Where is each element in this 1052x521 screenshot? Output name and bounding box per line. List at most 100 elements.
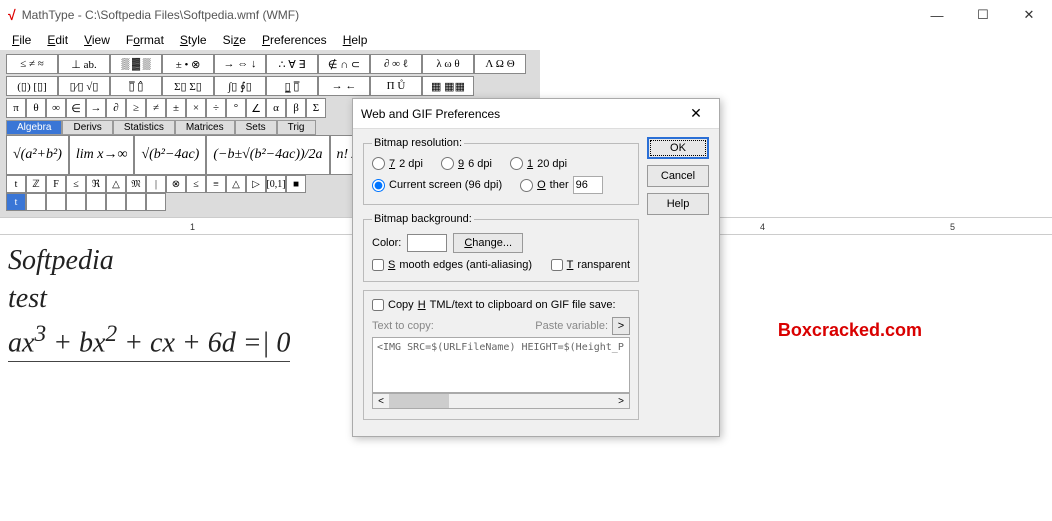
tab-statistics[interactable]: Statistics <box>113 120 175 135</box>
color-cell[interactable] <box>46 193 66 211</box>
template-cell[interactable]: Σ▯ Σ▯ <box>162 76 214 96</box>
tab-algebra[interactable]: Algebra <box>6 120 62 135</box>
template-cell[interactable]: (▯) [▯] <box>6 76 58 96</box>
quick-cell[interactable]: t <box>6 175 26 193</box>
radio-other[interactable]: Other <box>520 176 603 194</box>
symbol-cell[interactable]: → ⇔ ↓ <box>214 54 266 74</box>
quick-cell[interactable]: △ <box>106 175 126 193</box>
symbol-cell[interactable]: ⊥ ab. <box>58 54 110 74</box>
symbol-cell[interactable]: ∂ ∞ ℓ <box>370 54 422 74</box>
quick-cell[interactable]: 𝔐 <box>126 175 146 193</box>
menu-edit[interactable]: Edit <box>39 31 76 49</box>
greek-cell[interactable]: ± <box>166 98 186 118</box>
change-color-button[interactable]: Change... <box>453 233 523 253</box>
quick-cell[interactable]: ℤ <box>26 175 46 193</box>
other-dpi-input[interactable] <box>573 176 603 194</box>
copy-html-checkbox[interactable]: Copy HTML/text to clipboard on GIF file … <box>372 299 630 311</box>
template-cell[interactable]: ▦ ▦▦ <box>422 76 474 96</box>
greek-cell[interactable]: ∂ <box>106 98 126 118</box>
radio-96dpi[interactable]: 96 dpi <box>441 157 492 170</box>
color-cell[interactable]: t <box>6 193 26 211</box>
quick-cell[interactable]: ≡ <box>206 175 226 193</box>
cancel-button[interactable]: Cancel <box>647 165 709 187</box>
greek-cell[interactable]: × <box>186 98 206 118</box>
greek-cell[interactable]: θ <box>26 98 46 118</box>
tab-matrices[interactable]: Matrices <box>175 120 235 135</box>
menu-size[interactable]: Size <box>215 31 254 49</box>
close-button[interactable]: ✕ <box>1006 0 1052 30</box>
symbol-cell[interactable]: ≤ ≠ ≈ <box>6 54 58 74</box>
radio-72dpi[interactable]: 72 dpi <box>372 157 423 170</box>
ok-button[interactable]: OK <box>647 137 709 159</box>
template-cell[interactable]: ▯⁄▯ √▯ <box>58 76 110 96</box>
color-cell[interactable] <box>106 193 126 211</box>
quick-cell[interactable]: ≤ <box>66 175 86 193</box>
symbol-cell[interactable]: λ ω θ <box>422 54 474 74</box>
greek-cell[interactable]: α <box>266 98 286 118</box>
greek-cell[interactable]: ° <box>226 98 246 118</box>
menu-preferences[interactable]: Preferences <box>254 31 335 49</box>
radio-120dpi[interactable]: 120 dpi <box>510 157 567 170</box>
quick-cell[interactable]: ≤ <box>186 175 206 193</box>
template-cell[interactable]: → ← <box>318 76 370 96</box>
formula-cell[interactable]: lim x→∞ <box>69 135 135 175</box>
greek-cell[interactable]: ∈ <box>66 98 86 118</box>
quick-cell[interactable]: ℜ <box>86 175 106 193</box>
greek-cell[interactable]: β <box>286 98 306 118</box>
textbox-hscrollbar[interactable]: < > <box>372 393 630 409</box>
quick-cell[interactable]: △ <box>226 175 246 193</box>
color-cell[interactable] <box>86 193 106 211</box>
scroll-right-icon[interactable]: > <box>613 396 629 407</box>
quick-cell[interactable]: F <box>46 175 66 193</box>
color-cell[interactable] <box>26 193 46 211</box>
scroll-left-icon[interactable]: < <box>373 396 389 407</box>
quick-cell[interactable]: ⊗ <box>166 175 186 193</box>
html-text-box[interactable]: <IMG SRC=$(URLFileName) HEIGHT=$(Height_… <box>372 337 630 393</box>
template-cell[interactable]: ∫▯ ∮▯ <box>214 76 266 96</box>
formula-cell[interactable]: √(a²+b²) <box>6 135 69 175</box>
template-cell[interactable]: ▯̲ ▯̅ <box>266 76 318 96</box>
greek-cell[interactable]: ÷ <box>206 98 226 118</box>
dialog-close-button[interactable]: ✕ <box>681 105 711 122</box>
minimize-button[interactable]: — <box>914 0 960 30</box>
greek-cell[interactable]: ≥ <box>126 98 146 118</box>
greek-cell[interactable]: ∠ <box>246 98 266 118</box>
color-cell[interactable] <box>126 193 146 211</box>
menu-format[interactable]: Format <box>118 31 172 49</box>
template-cell[interactable]: ▯̅ ▯̂ <box>110 76 162 96</box>
radio-current-screen[interactable]: Current screen (96 dpi) <box>372 176 502 194</box>
quick-cell[interactable]: [0,1] <box>266 175 286 193</box>
smooth-edges-checkbox[interactable]: Smooth edges (anti-aliasing) <box>372 259 532 271</box>
template-cell[interactable]: Π Ů <box>370 76 422 96</box>
formula-cell[interactable]: (−b±√(b²−4ac))/2a <box>206 135 329 175</box>
symbol-cell[interactable]: ∴ ∀ ∃ <box>266 54 318 74</box>
symbol-cell[interactable]: ± • ⊗ <box>162 54 214 74</box>
menubar: File Edit View Format Style Size Prefere… <box>0 30 1052 50</box>
symbol-cell[interactable]: ▒ ▓ ▒ <box>110 54 162 74</box>
color-cell[interactable] <box>66 193 86 211</box>
formula-cell[interactable]: √(b²−4ac) <box>134 135 206 175</box>
scroll-thumb[interactable] <box>389 394 449 408</box>
menu-view[interactable]: View <box>76 31 118 49</box>
maximize-button[interactable]: ☐ <box>960 0 1006 30</box>
tab-derivs[interactable]: Derivs <box>62 120 112 135</box>
transparent-checkbox[interactable]: Transparent <box>551 259 630 271</box>
menu-style[interactable]: Style <box>172 31 215 49</box>
symbol-cell[interactable]: ∉ ∩ ⊂ <box>318 54 370 74</box>
greek-cell[interactable]: Σ <box>306 98 326 118</box>
menu-file[interactable]: File <box>4 31 39 49</box>
menu-help[interactable]: Help <box>335 31 376 49</box>
greek-cell[interactable]: → <box>86 98 106 118</box>
help-button[interactable]: Help <box>647 193 709 215</box>
paste-variable-button[interactable]: > <box>612 317 630 335</box>
color-cell[interactable] <box>146 193 166 211</box>
greek-cell[interactable]: ≠ <box>146 98 166 118</box>
quick-cell[interactable]: ▷ <box>246 175 266 193</box>
greek-cell[interactable]: ∞ <box>46 98 66 118</box>
quick-cell[interactable]: | <box>146 175 166 193</box>
greek-cell[interactable]: π <box>6 98 26 118</box>
symbol-cell[interactable]: Λ Ω Θ <box>474 54 526 74</box>
tab-trig[interactable]: Trig <box>277 120 316 135</box>
quick-cell[interactable]: ■ <box>286 175 306 193</box>
tab-sets[interactable]: Sets <box>235 120 277 135</box>
